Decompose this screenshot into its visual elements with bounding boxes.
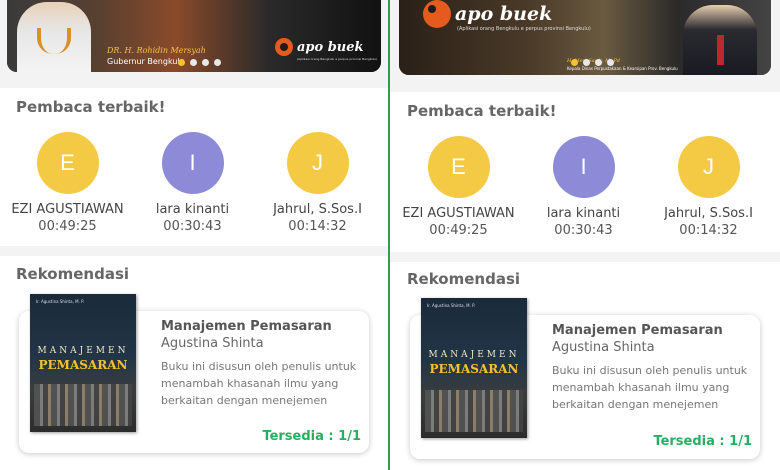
best-readers-list: E EZI AGUSTIAWAN 00:49:25 I lara kinanti… xyxy=(5,132,380,234)
reader-avatar: I xyxy=(552,136,615,198)
cover-image xyxy=(425,390,523,432)
reader-time: 00:30:43 xyxy=(163,219,222,234)
cover-title-line2: PEMASARAN xyxy=(429,362,519,376)
book-title: Manajemen Pemasaran xyxy=(552,323,723,338)
reader-item[interactable]: J Jahrul, S.Sos.I 00:14:32 xyxy=(646,136,771,238)
carousel-dot[interactable] xyxy=(595,59,602,66)
reader-avatar: E xyxy=(36,132,99,194)
best-readers-title: Pembaca terbaik! xyxy=(407,102,557,120)
reader-name: Jahrul, S.Sos.I xyxy=(664,206,753,221)
book-author: Agustina Shinta xyxy=(161,336,264,351)
book-availability: Tersedia : 1/1 xyxy=(653,434,752,449)
reader-item[interactable]: J Jahrul, S.Sos.I 00:14:32 xyxy=(255,132,380,234)
best-readers-list: E EZI AGUSTIAWAN 00:49:25 I lara kinanti… xyxy=(396,136,771,238)
recommendation-title: Rekomendasi xyxy=(407,270,521,288)
carousel-dot[interactable] xyxy=(571,59,578,66)
brand-logo-icon xyxy=(275,38,293,56)
left-screen: DR. H. Rohidin Mersyah Gubernur Bengkulu… xyxy=(0,0,388,470)
reader-name: lara kinanti xyxy=(155,202,230,217)
brand-logo: apo buek (Aplikasi orang Bengkulu e perp… xyxy=(275,38,377,61)
carousel-dot[interactable] xyxy=(607,59,614,66)
book-cover: Ir. Agustina Shinta, M. P. MANAJEMEN PEM… xyxy=(421,298,527,438)
promo-banner[interactable]: apo buek (Aplikasi orang Bengkulu e perp… xyxy=(399,0,771,75)
promo-banner[interactable]: DR. H. Rohidin Mersyah Gubernur Bengkulu… xyxy=(7,0,381,72)
reader-time: 00:49:25 xyxy=(429,223,488,238)
carousel-dot[interactable] xyxy=(190,59,197,66)
carousel-dot[interactable] xyxy=(202,59,209,66)
banner-person-role: Kepala Dinas Perpustakaan & Kearsipan Pr… xyxy=(567,66,678,71)
reader-name: lara kinanti xyxy=(546,206,621,221)
carousel-dot[interactable] xyxy=(214,59,221,66)
best-readers-section: Pembaca terbaik! E EZI AGUSTIAWAN 00:49:… xyxy=(390,92,780,252)
book-description: Buku ini disusun oleh penulis untuk mena… xyxy=(552,364,748,411)
banner-person-name: DR. H. Rohidin Mersyah xyxy=(107,46,206,55)
brand-logo: apo buek (Aplikasi orang Bengkulu e perp… xyxy=(423,0,591,32)
book-card[interactable]: Ir. Agustina Shinta, M. P. MANAJEMEN PEM… xyxy=(410,298,760,459)
governor-photo xyxy=(17,2,91,72)
reader-time: 00:14:32 xyxy=(679,223,738,238)
cover-title-line2: PEMASARAN xyxy=(38,358,128,372)
right-screen: apo buek (Aplikasi orang Bengkulu e perp… xyxy=(390,0,780,470)
reader-item[interactable]: E EZI AGUSTIAWAN 00:49:25 xyxy=(396,136,521,238)
cover-title-line1: MANAJEMEN xyxy=(37,346,129,356)
recommendation-title: Rekomendasi xyxy=(16,265,130,283)
brand-logo-icon xyxy=(423,0,451,28)
reader-time: 00:30:43 xyxy=(554,223,613,238)
brand-name: apo buek xyxy=(297,39,364,55)
reader-name: Jahrul, S.Sos.I xyxy=(273,202,362,217)
reader-avatar: I xyxy=(161,132,224,194)
official-photo xyxy=(683,5,757,75)
recommendation-section: Rekomendasi Ir. Agustina Shinta, M. P. M… xyxy=(390,262,780,470)
best-readers-title: Pembaca terbaik! xyxy=(16,98,166,116)
cover-image xyxy=(34,384,132,426)
recommendation-section: Rekomendasi Ir. Agustina Shinta, M. P. M… xyxy=(0,256,388,470)
carousel-indicator[interactable] xyxy=(178,59,221,66)
reader-avatar: J xyxy=(677,136,740,198)
best-readers-section: Pembaca terbaik! E EZI AGUSTIAWAN 00:49:… xyxy=(0,88,388,246)
cover-author: Ir. Agustina Shinta, M. P. xyxy=(36,299,85,304)
book-availability: Tersedia : 1/1 xyxy=(262,429,361,444)
carousel-indicator[interactable] xyxy=(571,59,614,66)
book-title: Manajemen Pemasaran xyxy=(161,319,332,334)
reader-item[interactable]: I lara kinanti 00:30:43 xyxy=(521,136,646,238)
reader-name: EZI AGUSTIAWAN xyxy=(11,202,124,217)
reader-avatar: J xyxy=(286,132,349,194)
carousel-dot[interactable] xyxy=(583,59,590,66)
brand-tagline: (Aplikasi orang Bengkulu e perpus provin… xyxy=(297,57,378,61)
reader-avatar: E xyxy=(427,136,490,198)
reader-time: 00:49:25 xyxy=(38,219,97,234)
book-description: Buku ini disusun oleh penulis untuk mena… xyxy=(161,360,357,407)
book-card[interactable]: Ir. Agustina Shinta, M. P. MANAJEMEN PEM… xyxy=(19,294,369,453)
reader-time: 00:14:32 xyxy=(288,219,347,234)
reader-item[interactable]: I lara kinanti 00:30:43 xyxy=(130,132,255,234)
book-cover: Ir. Agustina Shinta, M. P. MANAJEMEN PEM… xyxy=(30,294,136,432)
cover-title-line1: MANAJEMEN xyxy=(428,350,520,360)
reader-item[interactable]: E EZI AGUSTIAWAN 00:49:25 xyxy=(5,132,130,234)
reader-name: EZI AGUSTIAWAN xyxy=(402,206,515,221)
brand-name: apo buek xyxy=(455,3,553,25)
brand-tagline: (Aplikasi orang Bengkulu e perpus provin… xyxy=(457,26,591,32)
book-author: Agustina Shinta xyxy=(552,340,655,355)
carousel-dot[interactable] xyxy=(178,59,185,66)
cover-author: Ir. Agustina Shinta, M. P. xyxy=(427,303,476,308)
